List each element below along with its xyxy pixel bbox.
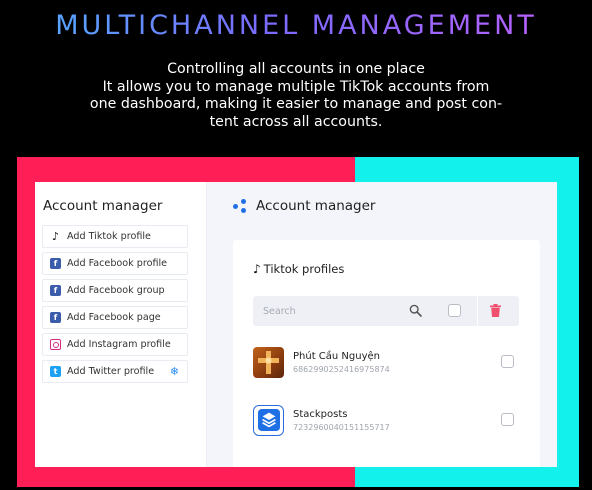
account-row[interactable]: Phút Cầu Nguyện 6862990252416975874: [253, 336, 520, 388]
facebook-icon: f: [50, 285, 61, 296]
page-title: Account manager: [256, 198, 376, 214]
sidebar: Account manager ♪ Add Tiktok profile f A…: [35, 182, 207, 467]
account-info: Stackposts 7232960040151155717: [293, 408, 390, 433]
description: Controlling all accounts in one place It…: [40, 61, 552, 131]
sidebar-item-add-facebook-profile[interactable]: f Add Facebook profile: [42, 252, 188, 275]
select-all-checkbox[interactable]: [448, 304, 461, 317]
share-nodes-icon: [233, 199, 247, 213]
page-headline: MULTICHANNEL MANAGEMENT: [0, 10, 592, 41]
account-checkbox[interactable]: [501, 355, 514, 368]
sidebar-item-add-tiktok-profile[interactable]: ♪ Add Tiktok profile: [42, 225, 188, 248]
toolbar-divider: [477, 296, 478, 326]
panel-title-text: Tiktok profiles: [263, 262, 345, 276]
account-name: Stackposts: [293, 408, 348, 420]
sidebar-item-label: Add Facebook page: [67, 312, 161, 323]
account-id: 6862990252416975874: [293, 364, 390, 374]
twitter-icon: t: [50, 366, 61, 377]
sidebar-item-add-twitter-profile[interactable]: t Add Twitter profile ❄: [42, 360, 188, 383]
description-line: It allows you to manage multiple TikTok …: [102, 78, 490, 95]
avatar: [253, 404, 284, 436]
sidebar-item-add-facebook-page[interactable]: f Add Facebook page: [42, 306, 188, 329]
sidebar-item-add-facebook-group[interactable]: f Add Facebook group: [42, 279, 188, 302]
description-line: Controlling all accounts in one place: [167, 61, 425, 77]
trash-icon[interactable]: [490, 304, 501, 317]
instagram-icon: [50, 339, 61, 350]
facebook-icon: f: [50, 258, 61, 269]
account-name: Phút Cầu Nguyện: [293, 350, 381, 362]
profiles-toolbar: [253, 296, 519, 326]
account-checkbox[interactable]: [501, 413, 514, 426]
app-window: Account manager ♪ Add Tiktok profile f A…: [35, 182, 557, 467]
search-icon[interactable]: [409, 304, 422, 317]
account-row[interactable]: Stackposts 7232960040151155717: [253, 394, 520, 446]
avatar: [253, 346, 284, 378]
tiktok-profiles-panel: ♪ Tiktok profiles Search Phút Cầu Nguyện…: [233, 240, 540, 467]
description-line: tent across all accounts.: [209, 113, 383, 130]
tiktok-icon: ♪: [253, 262, 261, 276]
sidebar-item-label: Add Facebook group: [67, 285, 165, 296]
facebook-icon: f: [50, 312, 61, 323]
main-content: Account manager ♪ Tiktok profiles Search…: [207, 182, 557, 467]
description-line: one dashboard, making it easier to manag…: [89, 96, 503, 113]
account-id: 7232960040151155717: [293, 422, 390, 432]
panel-title: ♪ Tiktok profiles: [253, 262, 520, 276]
sidebar-item-label: Add Instagram profile: [67, 339, 171, 350]
sidebar-item-label: Add Tiktok profile: [67, 231, 151, 242]
main-header: Account manager: [207, 182, 557, 230]
sidebar-title: Account manager: [43, 198, 163, 214]
stack-layers-icon: [257, 409, 280, 431]
sidebar-item-label: Add Twitter profile: [67, 366, 155, 377]
snowflake-icon: ❄: [169, 365, 179, 378]
search-input[interactable]: [253, 296, 403, 326]
sidebar-item-label: Add Facebook profile: [67, 258, 168, 269]
tiktok-icon: ♪: [51, 230, 60, 243]
account-info: Phút Cầu Nguyện 6862990252416975874: [293, 350, 390, 375]
sidebar-item-add-instagram-profile[interactable]: Add Instagram profile: [42, 333, 188, 356]
